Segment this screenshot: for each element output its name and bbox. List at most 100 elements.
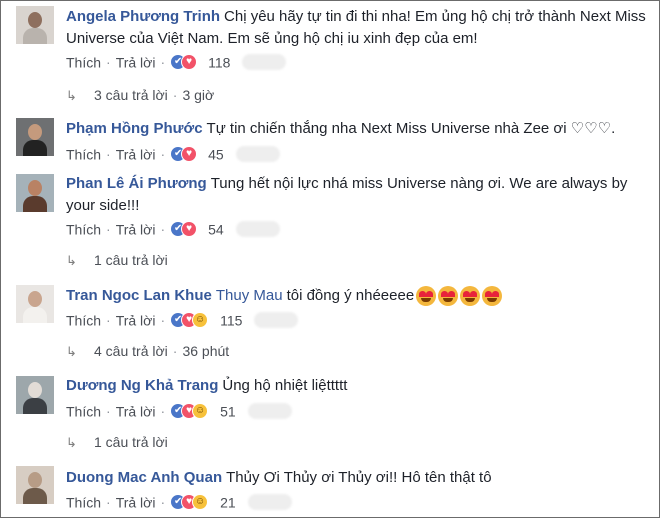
- replies-count[interactable]: 1 câu trả lời: [94, 434, 168, 450]
- comment-text: Phan Lê Ái Phương Tung hết nội lực nhá mi…: [66, 173, 646, 217]
- comment-body: Tự tin chiến thắng nha Next Miss Univers…: [206, 120, 616, 137]
- separator-dot: ·: [106, 312, 111, 329]
- reactions-summary[interactable]: ✔ ♥ ☺: [170, 402, 216, 420]
- heart-eyes-emoji-icon: [482, 286, 503, 307]
- avatar[interactable]: [16, 6, 54, 44]
- comment-text: Phạm Hồng Phước Tự tin chiến thắng nha Ne…: [66, 118, 646, 140]
- reply-arrow-icon: ↳: [66, 344, 77, 359]
- redacted-area: [247, 403, 292, 420]
- emoji-eye: [485, 291, 493, 298]
- comment-actions: Thích · Trả lời · ✔ ♥ ☺ 115: [66, 308, 299, 330]
- emoji-eye: [470, 291, 478, 298]
- emoji-eye: [426, 291, 434, 298]
- separator-dot: ·: [106, 54, 111, 71]
- comment-author[interactable]: Phạm Hồng Phước: [66, 120, 203, 137]
- love-reaction-icon: ♥: [181, 54, 198, 71]
- separator-dot: ·: [172, 343, 178, 359]
- emoji-mouth: [487, 298, 498, 303]
- reply-link[interactable]: Trả lời: [116, 221, 156, 237]
- avatar-face: [28, 180, 42, 196]
- avatar-face: [28, 12, 42, 28]
- emoji-eye: [492, 291, 500, 298]
- emoji-eye: [441, 291, 449, 298]
- avatar-body: [23, 140, 47, 156]
- comment-body: tôi đồng ý nhéeeee: [286, 287, 415, 304]
- reply-link[interactable]: Trả lời: [116, 146, 156, 162]
- reactions-summary[interactable]: ✔ ♥: [170, 220, 204, 238]
- love-reaction-icon: ♥: [181, 146, 198, 163]
- comment-text: Tran Ngoc Lan Khue Thuy Mau tôi đồng ý nhé…: [66, 285, 646, 307]
- comment-actions: Thích · Trả lời · ✔ ♥ 118: [66, 50, 287, 72]
- avatar[interactable]: [16, 118, 54, 156]
- comment-text: Duong Mac Anh Quan Thủy Ơi Thủy ơi Thủy ơ…: [66, 467, 646, 489]
- reactions-summary[interactable]: ✔ ♥ ☺: [170, 311, 216, 329]
- like-link[interactable]: Thích: [66, 494, 101, 510]
- separator-dot: ·: [106, 494, 111, 511]
- emoji-eye: [463, 291, 471, 298]
- haha-reaction-icon: ☺: [192, 494, 209, 511]
- emoji-eye: [448, 291, 456, 298]
- redacted-area: [235, 221, 280, 238]
- replies-count[interactable]: 4 câu trả lời: [94, 343, 168, 359]
- avatar-body: [23, 307, 47, 323]
- avatar-body: [23, 398, 47, 414]
- avatar-face: [28, 291, 42, 307]
- reaction-count[interactable]: 118: [208, 54, 230, 70]
- avatar-body: [23, 28, 47, 44]
- love-reaction-icon: ♥: [181, 221, 198, 238]
- reaction-count[interactable]: 115: [220, 312, 242, 328]
- replies-count[interactable]: 1 câu trả lời: [94, 252, 168, 268]
- reaction-count[interactable]: 45: [208, 146, 224, 162]
- comment-text: Angela Phương Trinh Chị yêu hãy tự tin đi…: [66, 6, 646, 50]
- redacted-area: [235, 146, 280, 163]
- comment-author[interactable]: Dương Ng Khả Trang: [66, 377, 218, 394]
- redacted-area: [242, 54, 287, 71]
- avatar[interactable]: [16, 285, 54, 323]
- separator-dot: ·: [160, 403, 166, 420]
- comment-author[interactable]: Duong Mac Anh Quan: [66, 469, 222, 486]
- emoji-eye: [419, 291, 427, 298]
- reactions-summary[interactable]: ✔ ♥: [170, 145, 204, 163]
- comment-author[interactable]: Tran Ngoc Lan Khue: [66, 287, 212, 304]
- reactions-summary[interactable]: ✔ ♥: [170, 53, 204, 71]
- emoji-mouth: [443, 298, 454, 303]
- reply-arrow-icon: ↳: [66, 88, 77, 103]
- replies-count[interactable]: 3 câu trả lời: [94, 87, 168, 103]
- reply-link[interactable]: Trả lời: [116, 403, 156, 419]
- separator-dot: ·: [160, 312, 166, 329]
- separator-dot: ·: [160, 221, 166, 238]
- like-link[interactable]: Thích: [66, 403, 101, 419]
- reply-link[interactable]: Trả lời: [116, 54, 156, 70]
- comment-author[interactable]: Phan Lê Ái Phương: [66, 175, 207, 192]
- view-replies-link[interactable]: ↳ 1 câu trả lời: [66, 249, 168, 271]
- reply-link[interactable]: Trả lời: [116, 312, 156, 328]
- mention-tag[interactable]: Thuy Mau: [216, 287, 283, 304]
- reactions-summary[interactable]: ✔ ♥ ☺: [170, 493, 216, 511]
- like-link[interactable]: Thích: [66, 221, 101, 237]
- heart-eyes-emoji-icon: [438, 286, 459, 307]
- avatar-face: [28, 382, 42, 398]
- reaction-count[interactable]: 54: [208, 221, 224, 237]
- avatar[interactable]: [16, 174, 54, 212]
- heart-eyes-emoji-icon: [460, 286, 481, 307]
- view-replies-link[interactable]: ↳ 4 câu trả lời · 36 phút: [66, 340, 229, 362]
- reaction-count[interactable]: 51: [220, 403, 236, 419]
- like-link[interactable]: Thích: [66, 312, 101, 328]
- comment-body: Ủng hộ nhiệt liệttttt: [222, 377, 348, 394]
- comment-author[interactable]: Angela Phương Trinh: [66, 8, 220, 25]
- heart-eyes-emoji-icon: [416, 286, 437, 307]
- reply-link[interactable]: Trả lời: [116, 494, 156, 510]
- like-link[interactable]: Thích: [66, 146, 101, 162]
- comment-text: Dương Ng Khả Trang Ủng hộ nhiệt liệttttt: [66, 375, 646, 397]
- like-link[interactable]: Thích: [66, 54, 101, 70]
- avatar[interactable]: [16, 376, 54, 414]
- separator-dot: ·: [106, 403, 111, 420]
- comment-actions: Thích · Trả lời · ✔ ♥ 45: [66, 142, 280, 164]
- reaction-count[interactable]: 21: [220, 494, 236, 510]
- comment-body: Thủy Ơi Thủy ơi Thủy ơi!! Hô tên thật tô: [226, 469, 492, 486]
- view-replies-link[interactable]: ↳ 3 câu trả lời · 3 giờ: [66, 84, 214, 106]
- avatar[interactable]: [16, 466, 54, 504]
- view-replies-link[interactable]: ↳ 1 câu trả lời: [66, 431, 168, 453]
- reply-time: 36 phút: [182, 343, 230, 359]
- separator-dot: ·: [160, 494, 166, 511]
